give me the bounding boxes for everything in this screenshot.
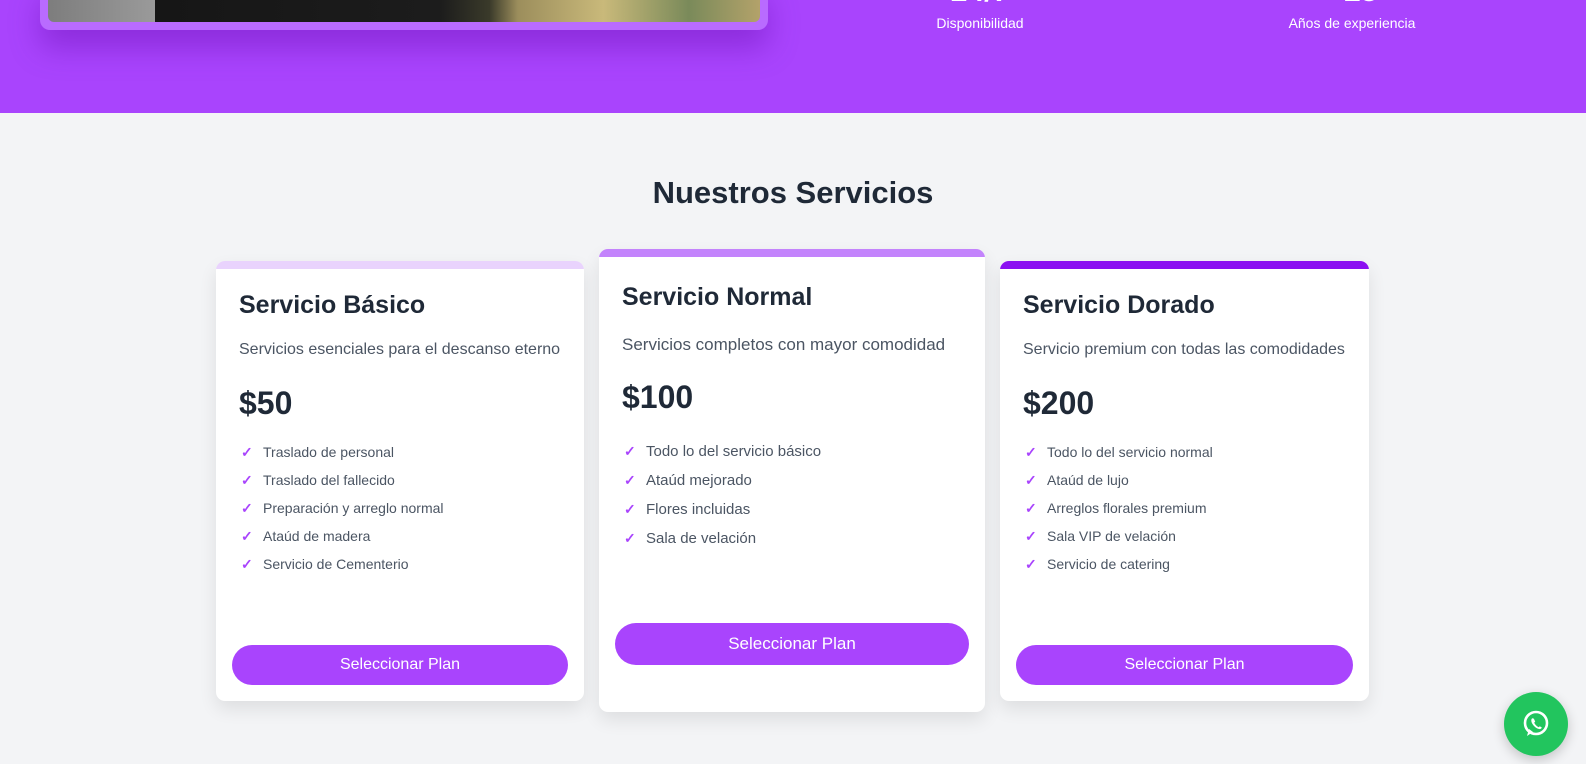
check-icon: ✓ [241,556,253,572]
check-icon: ✓ [1025,472,1037,488]
feature-label: Flores incluidas [646,501,751,518]
whatsapp-icon [1523,710,1549,736]
plan-card-gold: Servicio Dorado Servicio premium con tod… [1000,261,1369,701]
feature-label: Sala de velación [646,530,757,547]
hero-section: 24/7 Disponibilidad +25 Años de experien… [0,0,1586,113]
feature-label: Preparación y arreglo normal [263,500,444,516]
feature-item: ✓ Preparación y arreglo normal [239,500,444,528]
feature-label: Traslado del fallecido [263,472,395,488]
plan-description: Servicios completos con mayor comodidad [622,335,946,354]
plan-card-basic: Servicio Básico Servicios esenciales par… [216,261,584,701]
feature-item: ✓ Arreglos florales premium [1023,500,1213,528]
plan-name: Servicio Dorado [1023,291,1215,319]
select-plan-button[interactable]: Seleccionar Plan [232,645,568,685]
feature-label: Ataúd de lujo [1047,472,1129,488]
plan-price: $100 [622,379,694,415]
feature-item: ✓ Servicio de Cementerio [239,556,444,584]
plan-price: $50 [239,385,293,421]
check-icon: ✓ [624,443,636,459]
feature-label: Todo lo del servicio básico [646,443,822,460]
check-icon: ✓ [624,530,636,546]
check-icon: ✓ [1025,528,1037,544]
feature-label: Ataúd de madera [263,528,371,544]
feature-item: ✓ Sala VIP de velación [1023,528,1213,556]
select-plan-button[interactable]: Seleccionar Plan [1016,645,1353,685]
stat-value: +25 [1242,0,1462,8]
plan-features: ✓ Todo lo del servicio básico ✓ Ataúd mejo… [622,443,821,559]
check-icon: ✓ [241,528,253,544]
plan-price: $200 [1023,385,1095,421]
feature-item: ✓ Servicio de catering [1023,556,1213,584]
check-icon: ✓ [624,501,636,517]
check-icon: ✓ [1025,500,1037,516]
feature-item: ✓ Ataúd de madera [239,528,444,556]
plan-description: Servicios esenciales para el descanso et… [239,341,561,358]
feature-label: Todo lo del servicio normal [1047,444,1213,460]
plan-name: Servicio Básico [239,291,426,319]
feature-item: ✓ Ataúd de lujo [1023,472,1213,500]
plan-name: Servicio Normal [622,283,813,311]
plan-description: Servicio premium con todas las comodidad… [1023,341,1345,358]
feature-label: Ataúd mejorado [646,472,752,489]
select-plan-button[interactable]: Seleccionar Plan [615,623,969,665]
plan-accent-bar [216,261,584,269]
feature-item: ✓ Flores incluidas [622,501,821,530]
feature-item: ✓ Ataúd mejorado [622,472,821,501]
feature-label: Traslado de personal [263,444,395,460]
feature-item: ✓ Traslado de personal [239,444,444,472]
plan-accent-bar [599,249,985,257]
plan-features: ✓ Todo lo del servicio normal ✓ Ataúd de l… [1023,444,1213,584]
plan-features: ✓ Traslado de personal ✓ Traslado del fall… [239,444,444,584]
hero-image [48,0,760,22]
feature-item: ✓ Sala de velación [622,530,821,559]
stat-value: 24/7 [870,0,1090,8]
feature-label: Servicio de Cementerio [263,556,409,572]
feature-label: Servicio de catering [1047,556,1170,572]
plan-accent-bar [1000,261,1369,269]
feature-label: Sala VIP de velación [1047,528,1176,544]
stat-label: Años de experiencia [1288,15,1416,31]
check-icon: ✓ [1025,556,1037,572]
check-icon: ✓ [241,444,253,460]
plan-card-normal: Servicio Normal Servicios completos con … [599,249,985,712]
feature-item: ✓ Todo lo del servicio básico [622,443,821,472]
check-icon: ✓ [241,472,253,488]
hero-image-frame [40,0,768,30]
section-title: Nuestros Servicios [652,175,934,210]
footer-edge [0,764,1586,770]
feature-item: ✓ Traslado del fallecido [239,472,444,500]
feature-item: ✓ Todo lo del servicio normal [1023,444,1213,472]
whatsapp-button[interactable] [1504,692,1568,756]
check-icon: ✓ [241,500,253,516]
feature-label: Arreglos florales premium [1047,500,1207,516]
check-icon: ✓ [624,472,636,488]
check-icon: ✓ [1025,444,1037,460]
stat-label: Disponibilidad [936,15,1024,31]
